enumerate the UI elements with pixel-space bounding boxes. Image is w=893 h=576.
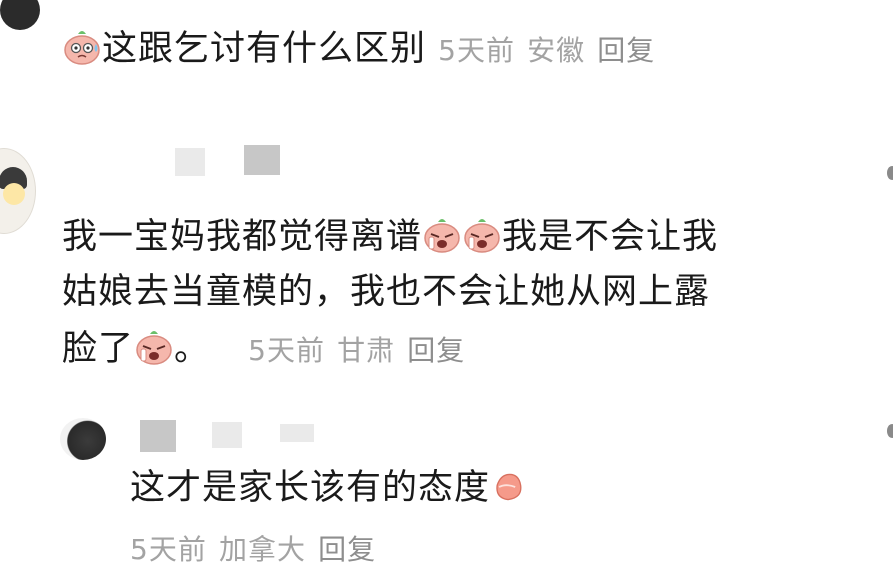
comment-location: 加拿大 bbox=[218, 533, 306, 566]
reply-text: 这才是家长该有的态度 bbox=[130, 468, 491, 508]
crying-face-icon bbox=[136, 331, 172, 365]
sweat-face-icon bbox=[64, 31, 100, 65]
comment-text: 这跟乞讨有什么区别 bbox=[102, 29, 427, 69]
username-redacted bbox=[140, 420, 176, 452]
comment-row: 脸了 。 5天前 甘肃 回复 bbox=[62, 326, 465, 373]
comment-text: 我是不会让我 bbox=[502, 217, 719, 257]
comment-row: 姑娘去当童模的，我也不会让她从网上露 bbox=[62, 270, 710, 314]
more-options-icon[interactable] bbox=[887, 424, 893, 438]
comment-text: 。 bbox=[174, 329, 211, 369]
avatar[interactable] bbox=[60, 418, 106, 460]
avatar[interactable] bbox=[0, 0, 40, 30]
comment-location: 安徽 bbox=[527, 34, 586, 67]
comment-time: 5天前 bbox=[130, 533, 207, 566]
avatar[interactable] bbox=[0, 148, 36, 234]
reply-button[interactable]: 回复 bbox=[407, 334, 465, 367]
comment-row: 这跟乞讨有什么区别 5天前 安徽 回复 bbox=[62, 26, 655, 73]
comment-time: 5天前 bbox=[438, 34, 515, 67]
comment-time: 5天前 bbox=[248, 334, 325, 367]
reply-button[interactable]: 回复 bbox=[318, 533, 376, 566]
thumbs-up-icon bbox=[496, 473, 522, 501]
comment-text: 脸了 bbox=[62, 329, 135, 369]
comment-text: 我一宝妈我都觉得离谱 bbox=[62, 217, 423, 257]
username-redacted bbox=[212, 422, 242, 448]
reply-row: 这才是家长该有的态度 bbox=[130, 466, 526, 510]
reply-button[interactable]: 回复 bbox=[597, 34, 655, 67]
comment-row: 我一宝妈我都觉得离谱 我是不会让我 bbox=[62, 214, 718, 259]
reply-meta: 5天前 加拿大 回复 bbox=[130, 526, 376, 572]
crying-face-icon bbox=[464, 219, 500, 253]
comment-text: 姑娘去当童模的，我也不会让她从网上露 bbox=[62, 272, 711, 312]
comment-location: 甘肃 bbox=[337, 334, 396, 367]
crying-face-icon bbox=[424, 219, 460, 253]
more-options-icon[interactable] bbox=[887, 166, 893, 180]
username-redacted bbox=[175, 148, 205, 176]
username-redacted bbox=[244, 145, 280, 175]
username-redacted bbox=[280, 424, 314, 442]
